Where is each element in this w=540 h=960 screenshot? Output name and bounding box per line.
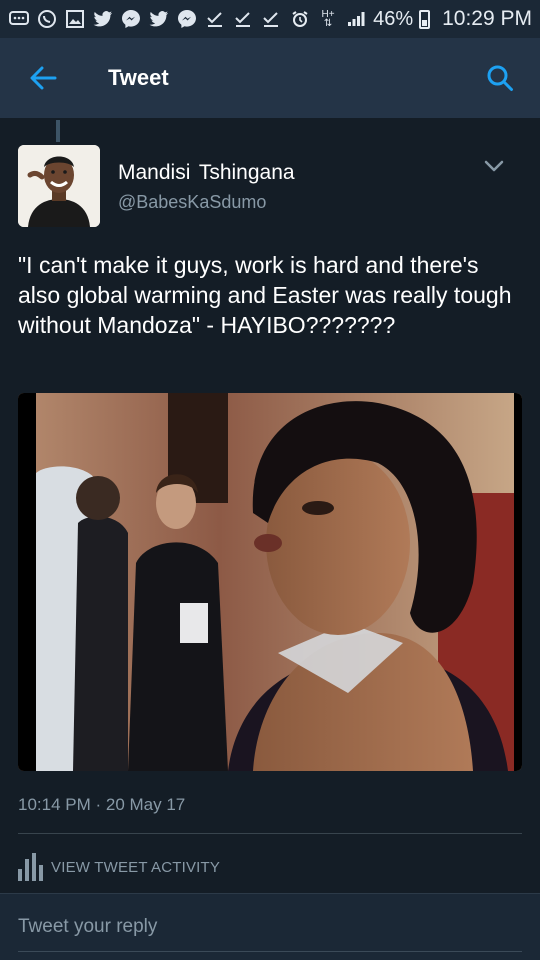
reply-bar: Tweet your reply <box>0 893 540 960</box>
view-tweet-activity-link[interactable]: VIEW TWEET ACTIVITY <box>18 852 220 882</box>
clock: 10:29 PM <box>442 7 532 30</box>
tweet-options-button[interactable] <box>482 158 512 178</box>
divider <box>18 833 522 834</box>
reply-underline <box>18 951 522 952</box>
twitter-icon <box>92 9 114 29</box>
notification-icons <box>8 9 282 29</box>
status-bar: H+ ⇅ 46% 10:29 PM <box>0 0 540 38</box>
messenger-icon <box>176 9 198 29</box>
bar-chart-icon <box>18 853 43 881</box>
tweet-media[interactable] <box>18 393 522 771</box>
twitter-icon <box>148 9 170 29</box>
download-done-icon <box>260 9 282 29</box>
reply-input[interactable]: Tweet your reply <box>18 916 157 938</box>
battery-percent: 46% <box>373 7 414 30</box>
signal-icon <box>345 9 367 29</box>
author-name[interactable]: Mandisi Tshingana <box>118 161 295 185</box>
search-button[interactable] <box>460 38 540 118</box>
messenger-icon <box>120 9 142 29</box>
tweet-timestamp: 10:14 PM · 20 May 17 <box>18 795 186 814</box>
alarm-icon <box>289 9 311 29</box>
back-arrow-icon <box>30 66 57 90</box>
network-hplus-icon: H+ ⇅ <box>321 9 335 29</box>
tweet-text: "I can't make it guys, work is hard and … <box>18 252 512 338</box>
gallery-icon <box>64 9 86 29</box>
download-done-icon <box>204 9 226 29</box>
avatar[interactable] <box>18 145 100 227</box>
page-title: Tweet <box>108 65 169 90</box>
system-status: H+ ⇅ 46% 10:29 PM <box>289 7 532 31</box>
download-done-icon <box>232 9 254 29</box>
back-button[interactable] <box>0 38 86 118</box>
thread-connector <box>56 120 60 142</box>
app-header: Tweet <box>0 38 540 118</box>
chevron-down-icon <box>484 160 504 172</box>
chat-icon <box>8 9 30 29</box>
author-handle[interactable]: @BabesKaSdumo <box>118 192 266 213</box>
battery-icon <box>419 9 431 29</box>
search-icon <box>487 65 513 91</box>
whatsapp-icon <box>36 9 58 29</box>
activity-label: VIEW TWEET ACTIVITY <box>51 858 221 876</box>
